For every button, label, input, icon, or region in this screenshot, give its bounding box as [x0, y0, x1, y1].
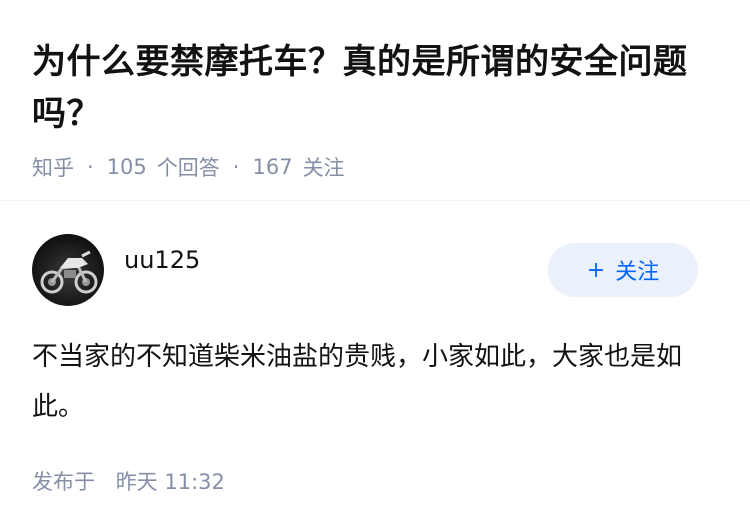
separator-dot: · — [232, 155, 240, 179]
answer-author: uu125 + 关注 — [32, 234, 698, 306]
published-time: 昨天 11:32 — [115, 470, 225, 494]
question-title[interactable]: 为什么要禁摩托车？真的是所谓的安全问题吗？ — [32, 36, 722, 140]
answer-count[interactable]: 105 — [107, 155, 147, 179]
follower-count[interactable]: 167 — [252, 155, 292, 179]
follow-button-label: 关注 — [615, 260, 660, 285]
separator-dot: · — [87, 155, 94, 179]
published-label: 发布于 — [32, 470, 95, 494]
follow-button[interactable]: + 关注 — [548, 243, 698, 297]
source-label[interactable]: 知乎 — [32, 152, 74, 182]
answer-count-label[interactable]: 个回答 — [157, 152, 220, 182]
divider — [0, 200, 750, 201]
avatar[interactable] — [32, 234, 104, 306]
answer-content[interactable]: 不当家的不知道柴米油盐的贵贱，小家如此，大家也是如此。 — [32, 332, 712, 432]
question-meta: 知乎 · 105 个回答 · 167 关注 — [32, 152, 722, 182]
motorcycle-avatar-icon — [40, 250, 98, 294]
plus-icon: + — [586, 257, 606, 283]
author-name[interactable]: uu125 — [124, 230, 200, 274]
follower-label[interactable]: 关注 — [303, 152, 345, 182]
answer-timestamp: 发布于 昨天 11:32 — [32, 466, 225, 496]
question-header: 为什么要禁摩托车？真的是所谓的安全问题吗？ 知乎 · 105 个回答 · 167… — [32, 36, 722, 182]
